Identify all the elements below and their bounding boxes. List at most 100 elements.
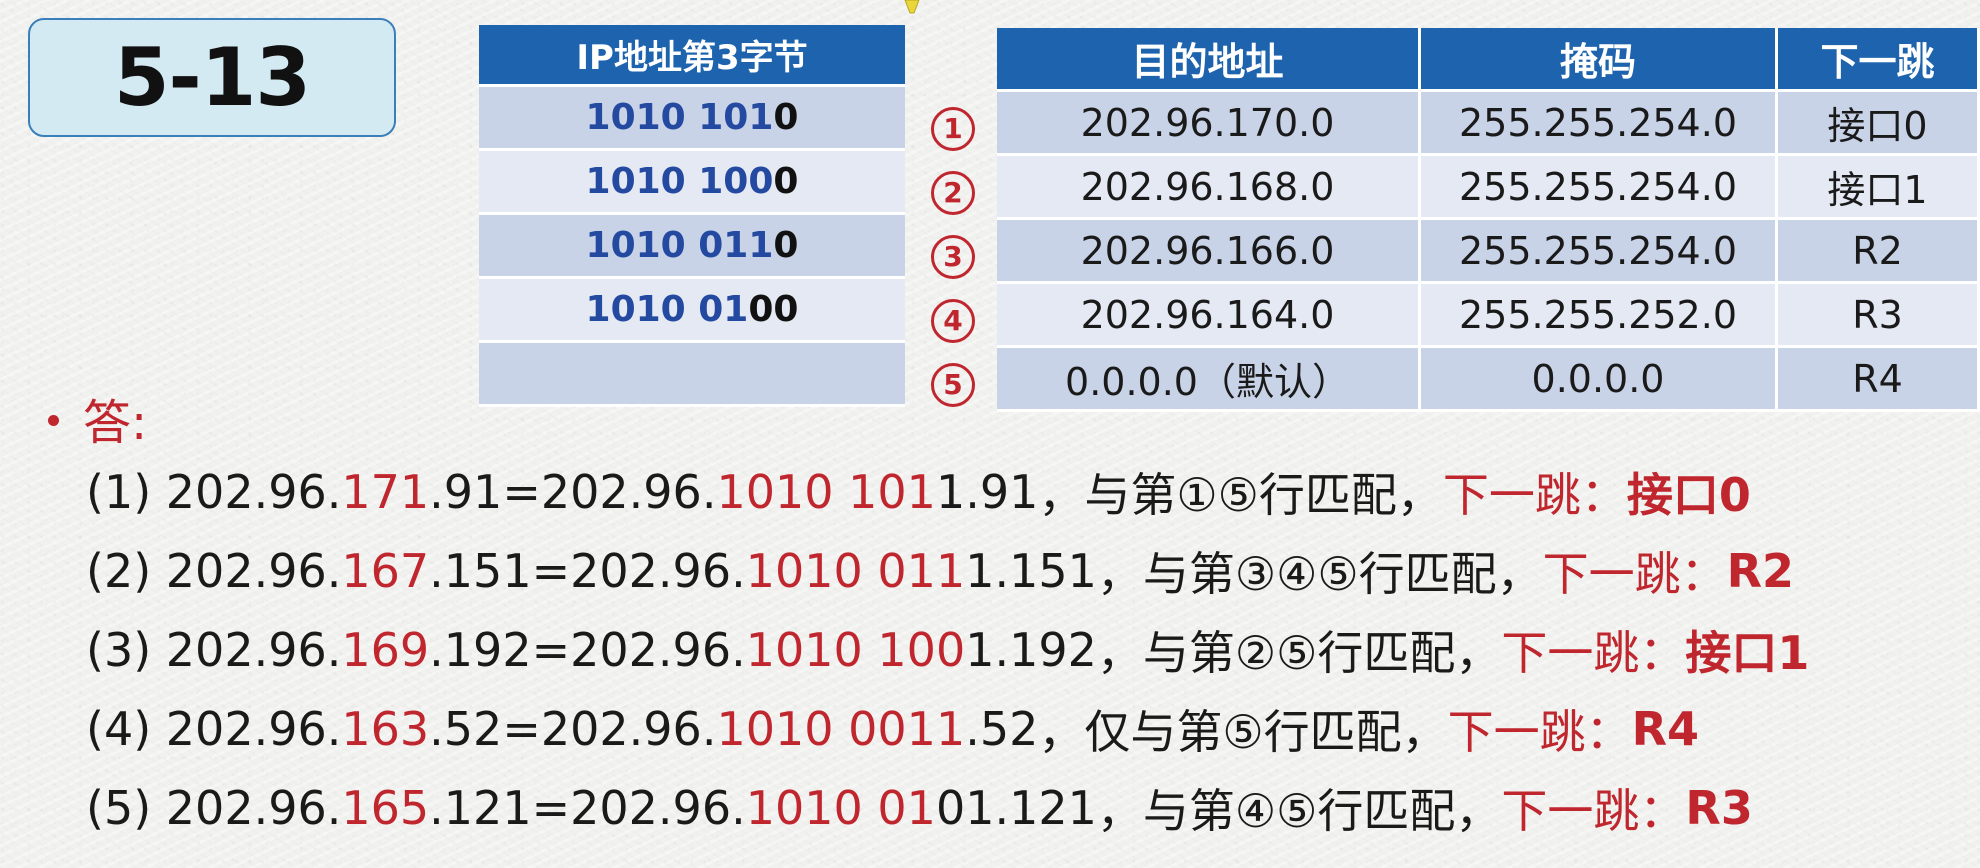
cell-mask: 255.255.254.0	[1421, 156, 1778, 220]
cell-destination: 202.96.168.0	[997, 156, 1421, 220]
slide-title: 5-13	[113, 30, 311, 124]
cell-mask: 255.255.254.0	[1421, 220, 1778, 284]
ip-third-byte: 165	[341, 780, 430, 835]
answer-number: (3)	[86, 622, 166, 677]
binary-rest: 1.151	[965, 543, 1097, 598]
next-hop-value: 接口1	[1685, 625, 1810, 680]
routing-table: 目的地址 掩码 下一跳 202.96.170.0 255.255.254.0 接…	[997, 28, 1980, 412]
cell-mask: 0.0.0.0	[1421, 348, 1778, 412]
cell-destination: 202.96.164.0	[997, 284, 1421, 348]
answer-number: (5)	[86, 780, 166, 835]
cell-next-hop: 接口0	[1778, 92, 1980, 156]
binary-rest: 01.121	[935, 780, 1097, 835]
binary-suffix: 0	[773, 225, 799, 266]
ip-rest: .121=202.96.	[429, 780, 746, 835]
row-marker-3: 3	[925, 229, 981, 285]
ip-third-byte: 163	[341, 701, 430, 756]
match-description: ，与第④⑤行匹配，	[1096, 783, 1502, 838]
match-description: ，与第①⑤行匹配，	[1038, 467, 1443, 522]
binary-rest: .52	[965, 701, 1039, 756]
answer-number: (1)	[86, 464, 166, 519]
ip-prefix: 202.96.	[165, 780, 342, 835]
next-hop-value: 接口0	[1626, 467, 1751, 522]
ip-rest: .91=202.96.	[429, 464, 717, 519]
binary-table-header: IP地址第3字节	[479, 25, 905, 87]
binary-byte-table: IP地址第3字节 1010 101 0 1010 100 0 1010 011 0 1…	[479, 25, 905, 407]
cell-mask: 255.255.252.0	[1421, 284, 1778, 348]
cell-destination: 0.0.0.0（默认）	[997, 348, 1421, 412]
match-description: ，与第②⑤行匹配，	[1096, 625, 1502, 680]
circled-number-icon: 5	[931, 363, 975, 407]
row-marker-1: 1	[925, 101, 981, 157]
binary-suffix: 00	[748, 289, 799, 330]
cell-next-hop: R2	[1778, 220, 1980, 284]
answer-number: (4)	[86, 701, 166, 756]
binary-row: 1010 01 00	[479, 279, 905, 343]
binary-row: 1010 100 0	[479, 151, 905, 215]
routing-table-header: 目的地址 掩码 下一跳	[997, 28, 1980, 92]
header-mask: 掩码	[1421, 28, 1778, 92]
ip-rest: .192=202.96.	[429, 622, 746, 677]
ip-rest: .151=202.96.	[429, 543, 746, 598]
circled-number-icon: 4	[931, 299, 975, 343]
ip-prefix: 202.96.	[165, 464, 342, 519]
next-hop-label: 下一跳：	[1501, 783, 1686, 838]
circled-number-icon: 3	[931, 235, 975, 279]
binary-rest: 1.192	[965, 622, 1097, 677]
answer-line-4: (4) 202.96. 163.52=202.96. 1010 0011.52 ，仅与…	[86, 689, 1976, 768]
circled-number-icon: 1	[931, 107, 975, 151]
cell-destination: 202.96.170.0	[997, 92, 1421, 156]
answer-label: 答:	[83, 395, 148, 451]
next-hop-label: 下一跳：	[1542, 546, 1727, 601]
table-row: 202.96.164.0 255.255.252.0 R3	[997, 284, 1980, 348]
next-hop-label: 下一跳：	[1447, 704, 1632, 759]
table-row: 202.96.168.0 255.255.254.0 接口1	[997, 156, 1980, 220]
header-next-hop: 下一跳	[1778, 28, 1980, 92]
cell-destination: 202.96.166.0	[997, 220, 1421, 284]
binary-prefix: 1010 101	[585, 97, 774, 138]
cell-next-hop: 接口1	[1778, 156, 1980, 220]
answer-line-2: (2) 202.96. 167.151=202.96. 1010 011 1.151，…	[86, 531, 1976, 610]
next-hop-label: 下一跳：	[1442, 467, 1627, 522]
next-hop-value: R2	[1726, 543, 1795, 598]
next-hop-label: 下一跳：	[1501, 625, 1686, 680]
slide-title-box: 5-13	[28, 18, 396, 137]
cell-mask: 255.255.254.0	[1421, 92, 1778, 156]
binary-rest: 1.91	[935, 464, 1039, 519]
bullet-icon	[48, 414, 59, 426]
answer-line-5: (5) 202.96. 165.121=202.96. 1010 01 01.121，…	[86, 768, 1976, 847]
answer-line-3: (3) 202.96. 169.192=202.96. 1010 100 1.192，…	[86, 610, 1976, 689]
answer-heading: 答:	[48, 383, 147, 453]
row-marker-4: 4	[925, 293, 981, 349]
table-row: 0.0.0.0（默认） 0.0.0.0 R4	[997, 348, 1980, 412]
match-description: ，仅与第⑤行匹配，	[1038, 704, 1448, 759]
binary-row-empty	[479, 343, 905, 407]
next-hop-value: R3	[1685, 780, 1753, 835]
binary-prefix: 1010 100	[585, 161, 774, 202]
binary-row: 1010 011 0	[479, 215, 905, 279]
binary-prefix: 1010 011	[585, 225, 774, 266]
binary-row: 1010 101 0	[479, 87, 905, 151]
row-marker-5: 5	[925, 357, 981, 413]
answer-number: (2)	[86, 543, 166, 598]
binary-suffix: 0	[773, 97, 799, 138]
binary-match: 1010 0011	[716, 701, 966, 756]
cell-next-hop: R4	[1778, 348, 1980, 412]
ip-prefix: 202.96.	[165, 543, 342, 598]
circled-number-icon: 2	[931, 171, 975, 215]
binary-match: 1010 101	[716, 464, 936, 519]
ip-prefix: 202.96.	[165, 701, 342, 756]
binary-match: 1010 100	[745, 622, 966, 677]
ip-rest: .52=202.96.	[429, 701, 717, 756]
ip-third-byte: 171	[341, 464, 430, 519]
ip-prefix: 202.96.	[165, 622, 342, 677]
table-row: 202.96.166.0 255.255.254.0 R2	[997, 220, 1980, 284]
binary-suffix: 0	[773, 161, 799, 202]
match-description: ，与第③④⑤行匹配，	[1096, 546, 1543, 601]
ip-third-byte: 169	[341, 622, 430, 677]
answer-line-1: (1) 202.96. 171.91=202.96. 1010 101 1.91 ，与第…	[86, 452, 1976, 531]
pointer-tip-icon	[904, 0, 920, 14]
next-hop-value: R4	[1631, 701, 1700, 756]
cell-next-hop: R3	[1778, 284, 1980, 348]
header-destination: 目的地址	[997, 28, 1421, 92]
